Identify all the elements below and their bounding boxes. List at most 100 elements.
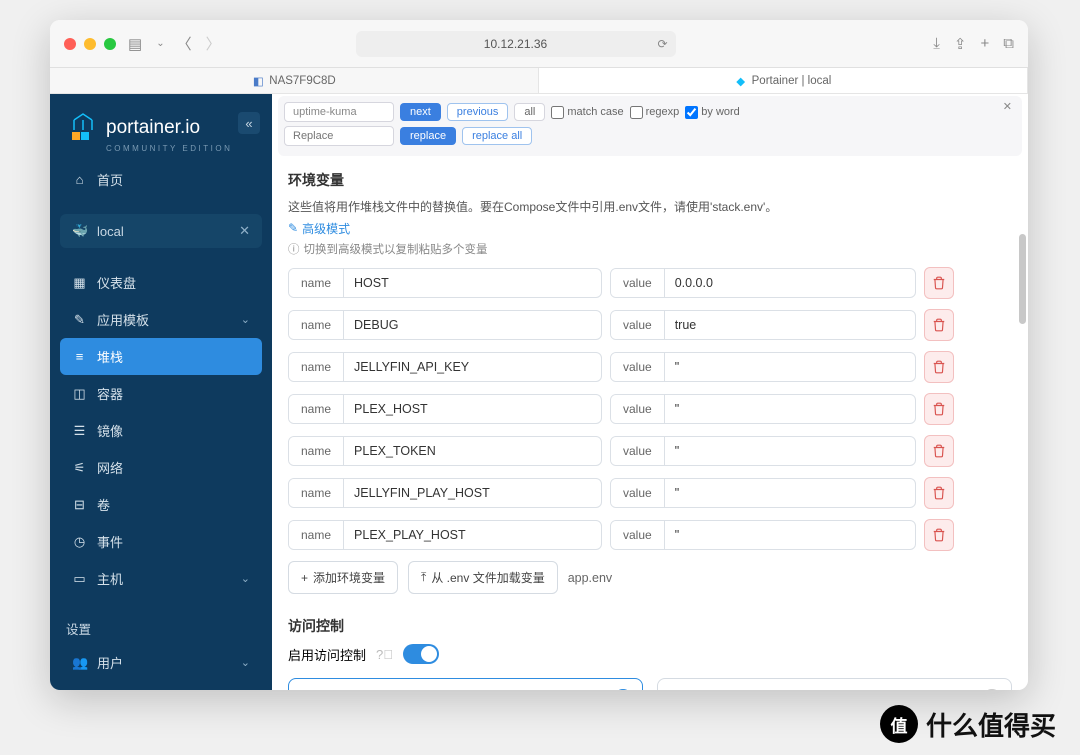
env-name-input[interactable] (344, 437, 584, 465)
env-vars-heading: 环境变量 (288, 170, 1012, 190)
env-value-input[interactable] (665, 521, 901, 549)
home-icon: ⌂ (72, 172, 87, 187)
access-card-admin[interactable]: ✓ 👁‍🗨 管理员 我想将此资源的管理限制为仅管理员 (288, 678, 643, 690)
env-name-input[interactable] (344, 521, 584, 549)
browser-tab-2[interactable]: ◆ Portainer | local (539, 68, 1028, 93)
sidebar-item-templates[interactable]: ✎应用模板⌄ (60, 301, 262, 338)
delete-env-var-button[interactable] (924, 267, 954, 299)
name-label: name (289, 437, 344, 465)
address-bar[interactable]: 10.12.21.36 ⟳ (356, 31, 676, 57)
find-input[interactable] (284, 102, 394, 122)
sidebar-item-environments[interactable]: ⊟环境⌄ (60, 681, 262, 690)
sidebar-item-host[interactable]: ▭主机⌄ (60, 560, 262, 597)
trash-icon (932, 444, 946, 458)
close-findbar[interactable]: ✕ (1003, 100, 1012, 113)
close-env-icon[interactable]: ✕ (239, 223, 250, 239)
delete-env-var-button[interactable] (924, 351, 954, 383)
match-case-option[interactable]: match case (551, 106, 623, 119)
find-previous-button[interactable]: previous (447, 103, 509, 121)
env-value-input[interactable] (665, 395, 901, 423)
tabs-icon[interactable]: ⧉ (1003, 35, 1014, 52)
value-label: value (611, 353, 665, 381)
portainer-logo-icon (68, 112, 98, 144)
share-icon[interactable]: ⇪ (954, 35, 967, 53)
env-value-input[interactable] (665, 479, 901, 507)
close-window[interactable] (64, 38, 76, 50)
minimize-window[interactable] (84, 38, 96, 50)
trash-icon (932, 360, 946, 374)
find-all-button[interactable]: all (514, 103, 545, 121)
env-name-input[interactable] (344, 311, 584, 339)
scrollbar-thumb[interactable] (1019, 234, 1026, 324)
help-icon[interactable]: ?⃝ (376, 647, 393, 662)
forward-button[interactable]: 〉 (206, 33, 221, 54)
env-value-pair: value (610, 436, 916, 466)
trash-icon (932, 318, 946, 332)
browser-tabs: ◧ NAS7F9C8D ◆ Portainer | local (50, 68, 1028, 94)
env-name-pair: name (288, 268, 602, 298)
env-value-input[interactable] (665, 353, 901, 381)
access-control-toggle[interactable] (403, 644, 439, 664)
regexp-option[interactable]: regexp (630, 106, 680, 119)
env-name-input[interactable] (344, 353, 584, 381)
sidebar-item-images[interactable]: ☰镜像 (60, 412, 262, 449)
replace-all-button[interactable]: replace all (462, 127, 532, 145)
env-var-row: name value (288, 477, 1012, 509)
env-name-input[interactable] (344, 269, 584, 297)
delete-env-var-button[interactable] (924, 435, 954, 467)
find-replace-bar: ✕ next previous all match case regexp by… (278, 96, 1022, 156)
sidebar-item-volumes[interactable]: ⊟卷 (60, 486, 262, 523)
radio-icon (983, 689, 1001, 690)
list-icon: ☰ (72, 423, 87, 439)
env-name-pair: name (288, 478, 602, 508)
trash-icon (932, 276, 946, 290)
env-filename: app.env (568, 571, 612, 585)
sidebar-item-dashboard[interactable]: ▦仪表盘 (60, 264, 262, 301)
chevron-down-icon[interactable]: ⌄ (156, 38, 164, 49)
value-label: value (611, 395, 665, 423)
new-tab-icon[interactable]: + (981, 35, 990, 52)
scrollbar[interactable] (1018, 94, 1026, 690)
sidebar-item-users[interactable]: 👥用户⌄ (60, 644, 262, 681)
delete-env-var-button[interactable] (924, 519, 954, 551)
delete-env-var-button[interactable] (924, 393, 954, 425)
chevron-down-icon: ⌄ (241, 313, 250, 326)
env-name-input[interactable] (344, 479, 584, 507)
reload-icon[interactable]: ⟳ (657, 37, 667, 51)
find-next-button[interactable]: next (400, 103, 441, 121)
server-icon: ▭ (72, 571, 87, 587)
layers-icon: ≡ (72, 349, 87, 364)
env-value-pair: value (610, 310, 916, 340)
replace-input[interactable] (284, 126, 394, 146)
sidebar-home[interactable]: ⌂ 首页 (60, 161, 262, 198)
sidebar-item-stacks[interactable]: ≡堆栈 (60, 338, 262, 375)
access-card-restricted[interactable]: 👥 受限 我想将此资源的管理限制为一组用户和/或团队 (657, 678, 1012, 690)
delete-env-var-button[interactable] (924, 477, 954, 509)
sidebar-item-networks[interactable]: ⚟网络 (60, 449, 262, 486)
delete-env-var-button[interactable] (924, 309, 954, 341)
sidebar-item-containers[interactable]: ◫容器 (60, 375, 262, 412)
back-button[interactable]: 〈 (177, 33, 192, 54)
replace-button[interactable]: replace (400, 127, 456, 145)
name-label: name (289, 269, 344, 297)
edit-icon: ✎ (288, 221, 298, 235)
sidebar-item-events[interactable]: ◷事件 (60, 523, 262, 560)
download-icon[interactable]: ⤓ (933, 35, 940, 52)
env-value-input[interactable] (665, 269, 901, 297)
sidebar-toggle-icon[interactable]: ▤ (128, 35, 142, 53)
box-icon: ◫ (72, 386, 87, 402)
maximize-window[interactable] (104, 38, 116, 50)
load-from-env-button[interactable]: ⤒从 .env 文件加载变量 (408, 561, 558, 594)
collapse-sidebar-button[interactable]: « (238, 112, 260, 134)
env-name-input[interactable] (344, 395, 584, 423)
env-var-row: name value (288, 351, 1012, 383)
env-value-input[interactable] (665, 437, 901, 465)
env-value-pair: value (610, 268, 916, 298)
browser-tab-1[interactable]: ◧ NAS7F9C8D (50, 68, 539, 93)
env-value-input[interactable] (665, 311, 901, 339)
environment-selector[interactable]: 🐳 local ✕ (60, 214, 262, 248)
advanced-mode-link[interactable]: ✎高级模式 (288, 220, 350, 237)
by-word-option[interactable]: by word (685, 106, 740, 119)
trash-icon (932, 402, 946, 416)
add-env-var-button[interactable]: +添加环境变量 (288, 561, 398, 594)
